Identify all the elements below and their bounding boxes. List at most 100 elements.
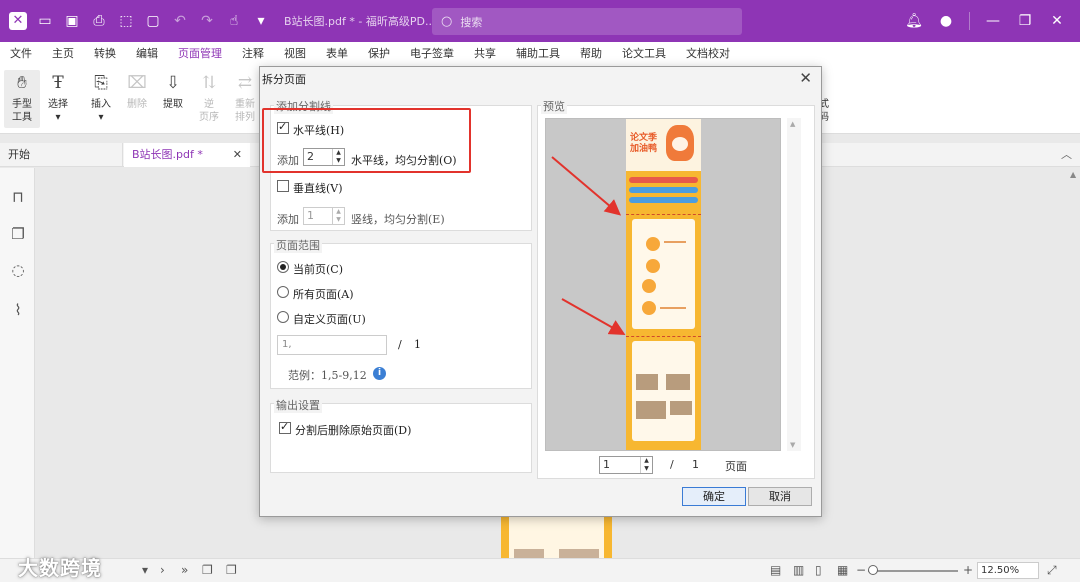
menu-protect[interactable]: 保护	[368, 45, 390, 63]
page-dropdown-icon[interactable]: ▾	[142, 563, 148, 577]
comments-icon[interactable]: ◌	[9, 261, 27, 279]
annotation-arrows	[551, 156, 626, 335]
bookmark-icon[interactable]: ⊓	[9, 188, 27, 206]
hand-icon: ✋︎	[17, 73, 27, 93]
delete-page-button[interactable]: ⌧ 删除	[119, 70, 155, 128]
facing-view-icon[interactable]: ▯	[815, 563, 822, 577]
preview-page-stepper[interactable]: 1 ▲ ▼	[599, 456, 653, 474]
tab-document[interactable]: B站长图.pdf * ✕	[124, 143, 250, 167]
preview-slash: /	[670, 458, 674, 471]
open-folder-icon[interactable]: ▭	[36, 12, 54, 30]
menu-thesis-tools[interactable]: 论文工具	[622, 45, 666, 63]
menu-share[interactable]: 共享	[474, 45, 496, 63]
hand-tool-button[interactable]: ✋︎ 手型 工具	[4, 70, 40, 128]
output-settings-group	[270, 403, 532, 473]
preview-page-value: 1	[603, 458, 610, 471]
last-page-icon[interactable]: »	[181, 563, 188, 577]
reverse-order-button[interactable]: ⇅ 逆 页序	[191, 70, 227, 128]
grid-view-icon[interactable]: ▦	[837, 563, 848, 577]
insert-page-button[interactable]: ⎘ 插入 ▾	[83, 70, 119, 128]
info-icon[interactable]: i	[373, 367, 386, 380]
status-bar: ▾ › » ❐ ❐ ▤ ▥ ▯ ▦ − + 12.50% ⤢	[0, 558, 1080, 582]
select-dropdown-icon: ▾	[55, 112, 61, 123]
page-photo	[514, 549, 544, 558]
preview-scroll-down-icon[interactable]: ▼	[790, 441, 795, 449]
zoom-slider[interactable]	[868, 570, 958, 572]
stepper-arrows-icon[interactable]: ▲ ▼	[332, 208, 344, 224]
menu-comment[interactable]: 注释	[242, 45, 264, 63]
notification-bell-icon[interactable]: 🔔︎	[905, 12, 923, 30]
menu-convert[interactable]: 转换	[94, 45, 116, 63]
annotation-arrow-2	[561, 298, 626, 335]
titlebar-separator	[969, 12, 970, 30]
scroll-up-icon[interactable]: ▲	[1070, 170, 1076, 179]
tab-start[interactable]: 开始	[0, 143, 123, 167]
tab-close-icon[interactable]: ✕	[233, 143, 242, 167]
rearrange-label: 重新	[235, 99, 255, 110]
extract-label: 提取	[163, 99, 183, 110]
customize-toolbar-icon[interactable]: ▾	[252, 12, 270, 30]
zoom-out-icon[interactable]: −	[856, 563, 866, 577]
print-icon[interactable]: ⎙	[90, 12, 108, 30]
minimize-icon[interactable]: —	[984, 12, 1002, 30]
duplicate-icon[interactable]: ❐	[226, 563, 237, 577]
menu-form[interactable]: 表单	[326, 45, 348, 63]
collapse-ribbon-icon[interactable]: ︿	[1061, 143, 1072, 167]
title-bar: ✕ ▭ ▣ ⎙ ⬚ ▢ ↶ ↷ ☝ ▾ B站长图.pdf * - 福昕高级PD.…	[0, 0, 1080, 42]
menu-e-signature[interactable]: 电子签章	[410, 45, 454, 63]
menu-proofread[interactable]: 文档校对	[686, 45, 730, 63]
preview-scrollbar[interactable]: ▲ ▼	[787, 118, 801, 451]
custom-pages-radio[interactable]	[277, 311, 289, 323]
insert-dropdown-icon: ▾	[98, 112, 104, 123]
search-icon: ○	[441, 14, 453, 29]
zoom-in-icon[interactable]: +	[963, 563, 973, 577]
save-icon[interactable]: ▣	[63, 12, 81, 30]
attachments-icon[interactable]: ⌇	[9, 301, 27, 319]
zoom-slider-handle[interactable]	[868, 565, 878, 575]
export-icon[interactable]: ⬚	[117, 12, 135, 30]
account-icon[interactable]: ●	[937, 12, 955, 30]
menu-view[interactable]: 视图	[284, 45, 306, 63]
menu-edit[interactable]: 编辑	[136, 45, 158, 63]
ok-button[interactable]: 确定	[682, 487, 746, 506]
rearrange-button[interactable]: ⇄ 重新 排列	[227, 70, 263, 128]
undo-icon[interactable]: ↶	[171, 12, 189, 30]
menu-home[interactable]: 主页	[52, 45, 74, 63]
all-pages-radio[interactable]	[277, 286, 289, 298]
delete-original-checkbox[interactable]	[279, 420, 291, 434]
preview-scroll-up-icon[interactable]: ▲	[790, 120, 795, 128]
navigation-sidebar: ⊓ ❐ ◌ ⌇	[0, 168, 35, 558]
document-scrollbar[interactable]: ▲	[1068, 168, 1080, 558]
next-page-icon[interactable]: ›	[160, 563, 165, 577]
redo-icon[interactable]: ↷	[198, 12, 216, 30]
menu-page-management[interactable]: 页面管理	[178, 45, 222, 68]
menu-help[interactable]: 帮助	[580, 45, 602, 63]
range-slash: /	[398, 338, 402, 351]
custom-range-input[interactable]: 1,	[277, 335, 387, 355]
fullscreen-icon[interactable]: ⤢	[1047, 563, 1057, 578]
close-window-icon[interactable]: ✕	[1048, 12, 1066, 30]
pages-icon[interactable]: ❐	[9, 225, 27, 243]
select-tool-button[interactable]: Ŧ 选择 ▾	[40, 70, 76, 128]
tab-document-label: B站长图.pdf *	[132, 148, 203, 161]
continuous-view-icon[interactable]: ▥	[793, 563, 804, 577]
hand-tool-label-2: 工具	[12, 112, 32, 123]
menu-accessibility[interactable]: 辅助工具	[516, 45, 560, 63]
extract-page-button[interactable]: ⇩ 提取	[155, 70, 191, 128]
current-page-radio[interactable]	[277, 261, 289, 273]
stepper-arrows-icon[interactable]: ▲ ▼	[640, 457, 652, 473]
single-page-view-icon[interactable]: ▤	[770, 563, 781, 577]
menu-file[interactable]: 文件	[10, 45, 32, 63]
copy-page-icon[interactable]: ❐	[202, 563, 213, 577]
restore-icon[interactable]: ❐	[1016, 12, 1034, 30]
search-placeholder: 搜索	[460, 15, 483, 29]
hand-dropdown-icon[interactable]: ☝	[225, 12, 243, 30]
vertical-count-stepper[interactable]: 1 ▲ ▼	[303, 207, 345, 225]
vertical-line-checkbox[interactable]	[277, 180, 289, 192]
cancel-button[interactable]: 取消	[748, 487, 812, 506]
new-document-icon[interactable]: ▢	[144, 12, 162, 30]
zoom-level[interactable]: 12.50%	[977, 562, 1039, 579]
reverse-label-2: 页序	[199, 112, 219, 123]
dialog-close-icon[interactable]: ✕	[799, 69, 812, 87]
search-box[interactable]: ○ 搜索	[432, 8, 742, 35]
